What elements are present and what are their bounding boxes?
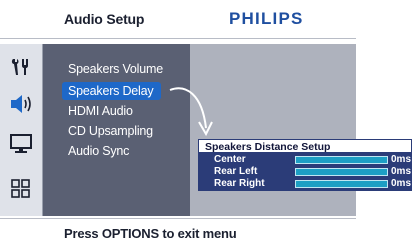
center-value: 0ms <box>391 154 412 165</box>
monitor-icon[interactable] <box>9 133 33 155</box>
rear-right-distance-slider[interactable] <box>295 180 388 188</box>
speakers-distance-dialog: Speakers Distance Setup Center 0ms Rear … <box>198 139 412 191</box>
center-label: Center <box>214 154 246 165</box>
pointer-arrow-icon <box>169 87 213 137</box>
audio-setup-panel: Audio Setup PHILIPS Speakers Volume Spea… <box>0 0 356 249</box>
grid-icon[interactable] <box>9 178 33 200</box>
menu-item-speakers-volume[interactable]: Speakers Volume <box>68 62 163 76</box>
menu-item-hdmi-audio[interactable]: HDMI Audio <box>68 104 133 118</box>
rear-left-distance-slider[interactable] <box>295 168 388 176</box>
rear-right-label: Rear Right <box>214 178 265 189</box>
rear-left-value: 0ms <box>391 166 412 177</box>
speaker-icon[interactable] <box>9 93 33 115</box>
sidebar <box>0 44 43 216</box>
menu-item-cd-upsampling[interactable]: CD Upsampling <box>68 124 153 138</box>
rear-right-value: 0ms <box>391 178 412 189</box>
tools-icon[interactable] <box>9 56 33 78</box>
menu-item-audio-sync[interactable]: Audio Sync <box>68 144 129 158</box>
brand-logo: PHILIPS <box>229 9 304 28</box>
footer-hint: Press OPTIONS to exit menu <box>64 226 237 241</box>
center-distance-slider[interactable] <box>295 156 388 164</box>
rear-left-label: Rear Left <box>214 166 258 177</box>
menu-item-speakers-delay[interactable]: Speakers Delay <box>62 82 162 100</box>
footer: Press OPTIONS to exit menu <box>0 218 356 249</box>
header: Audio Setup PHILIPS <box>0 0 356 39</box>
dialog-header: Speakers Distance Setup <box>198 139 412 153</box>
page-title: Audio Setup <box>64 11 145 27</box>
dialog-title: Speakers Distance Setup <box>205 141 331 153</box>
